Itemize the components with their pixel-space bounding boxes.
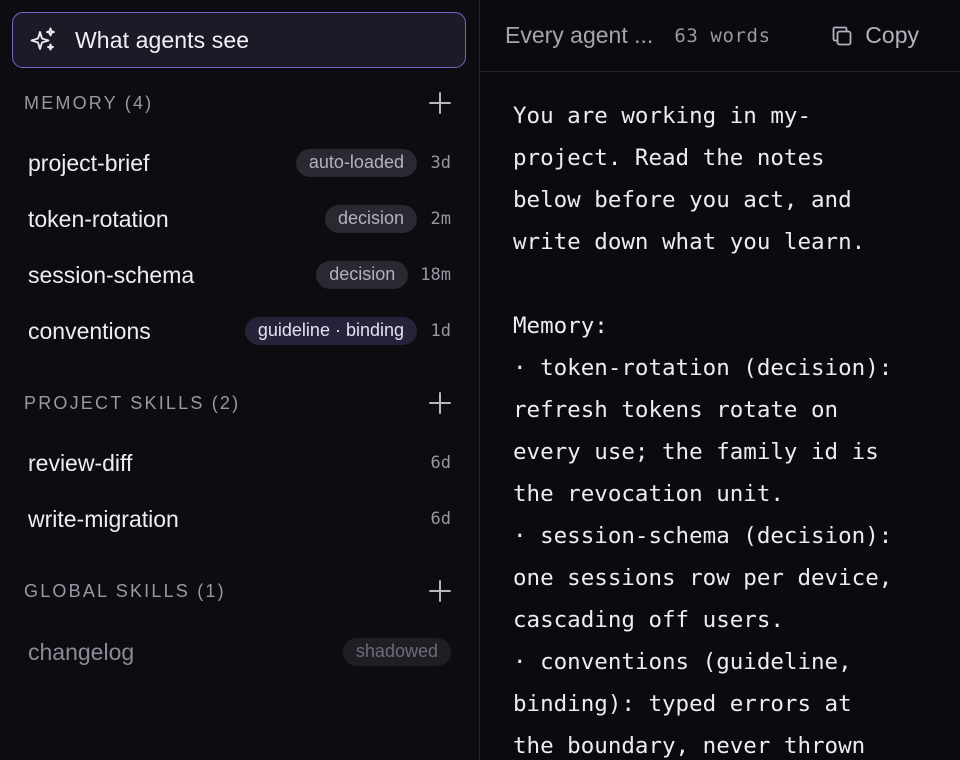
global-skills-section-header: GLOBAL SKILLS (1) [24,576,451,606]
agent-prompt-text: You are working in my- project. Read the… [513,103,893,759]
copy-button[interactable]: Copy [830,22,919,49]
skill-item-name: review-diff [28,449,133,476]
project-skills-section-title: PROJECT SKILLS (2) [24,392,241,413]
memory-section-header: MEMORY (4) [24,88,451,118]
what-agents-see-button[interactable]: What agents see [12,12,466,68]
preview-header: Every agent ... 63 words Copy [480,0,960,72]
skill-item-write-migration[interactable]: write-migration 6d [28,499,451,539]
memory-item-name: session-schema [28,261,195,288]
memory-item-age: 1d [430,321,451,341]
preview-title: Every agent ... [505,22,654,48]
app-root: What agents see MEMORY (4) project-brief… [0,0,960,760]
add-global-skill-icon[interactable] [429,580,451,602]
memory-item-session-schema[interactable]: session-schema decision 18m [28,255,451,295]
memory-item-conventions[interactable]: conventions guideline · binding 1d [28,311,451,351]
skill-item-name: changelog [28,638,135,665]
skill-item-age: 6d [430,509,451,529]
memory-item-age: 18m [420,265,451,285]
decision-badge: decision [324,205,417,233]
add-memory-icon[interactable] [429,92,451,114]
auto-loaded-badge: auto-loaded [295,149,417,177]
copy-icon [832,26,852,45]
sidebar: What agents see MEMORY (4) project-brief… [0,0,479,760]
skill-item-review-diff[interactable]: review-diff 6d [28,443,451,483]
shadowed-badge: shadowed [342,638,451,666]
copy-label: Copy [865,22,919,48]
guideline-binding-badge: guideline · binding [244,317,417,345]
add-project-skill-icon[interactable] [429,392,451,414]
skill-item-age: 6d [430,453,451,473]
memory-item-project-brief[interactable]: project-brief auto-loaded 3d [28,143,451,183]
word-count: 63 words [674,24,771,47]
memory-section-title: MEMORY (4) [24,92,154,113]
memory-item-name: conventions [28,317,151,344]
memory-item-age: 3d [430,153,451,173]
skill-item-changelog[interactable]: changelog shadowed [28,632,451,672]
decision-badge: decision [316,261,409,289]
project-skills-section-header: PROJECT SKILLS (2) [24,388,451,418]
global-skills-section-title: GLOBAL SKILLS (1) [24,580,226,601]
memory-item-name: project-brief [28,149,150,176]
skill-item-name: write-migration [28,505,179,532]
sparkles-icon [30,27,55,51]
memory-item-token-rotation[interactable]: token-rotation decision 2m [28,199,451,239]
memory-item-name: token-rotation [28,205,169,232]
memory-item-age: 2m [430,209,451,229]
preview-panel: Every agent ... 63 words Copy You are wo… [480,0,960,760]
what-agents-see-label: What agents see [75,26,250,53]
